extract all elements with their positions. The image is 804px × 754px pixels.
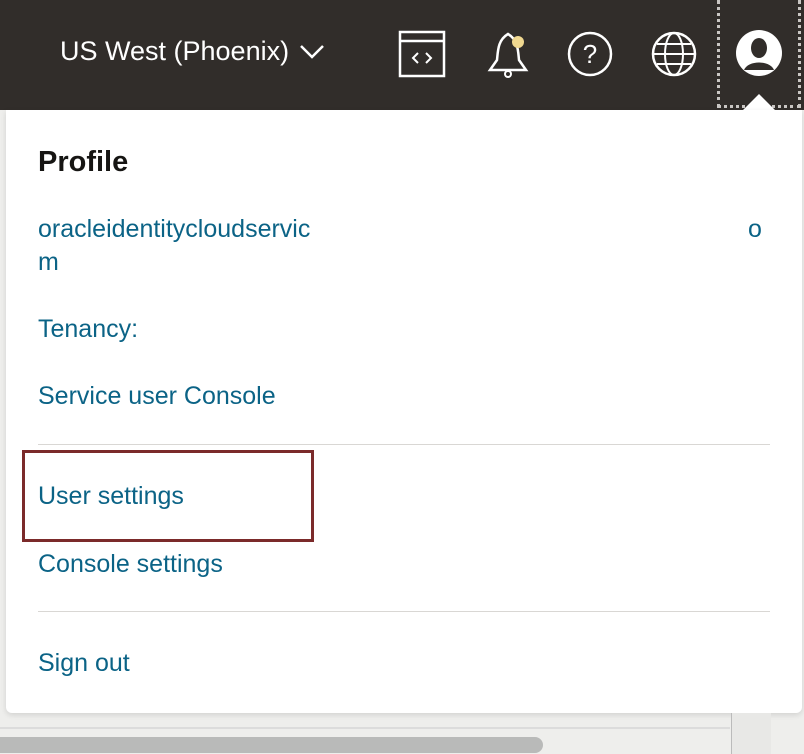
bell-icon[interactable] bbox=[484, 30, 532, 78]
profile-avatar-icon bbox=[736, 30, 782, 76]
username-link[interactable]: oracleidentitycloudservic bbox=[38, 215, 310, 244]
profile-button[interactable] bbox=[717, 0, 801, 108]
svg-text:?: ? bbox=[583, 39, 597, 69]
help-icon[interactable]: ? bbox=[566, 30, 614, 78]
profile-title: Profile bbox=[38, 146, 129, 178]
divider bbox=[38, 444, 770, 445]
background-divider bbox=[0, 727, 730, 729]
profile-menu: Profile oracleidentitycloudservic o m Te… bbox=[6, 110, 802, 713]
menu-caret bbox=[743, 94, 775, 110]
background-panel bbox=[731, 713, 771, 754]
sign-out-link[interactable]: Sign out bbox=[38, 649, 130, 678]
service-user-console-link[interactable]: Service user Console bbox=[38, 382, 276, 411]
region-label: US West (Phoenix) bbox=[60, 36, 290, 66]
code-editor-icon[interactable] bbox=[398, 30, 446, 78]
chevron-down-icon bbox=[300, 44, 324, 59]
top-navigation-bar: US West (Phoenix) ? bbox=[0, 0, 804, 110]
region-selector[interactable]: US West (Phoenix) bbox=[60, 36, 325, 67]
notification-dot bbox=[512, 36, 524, 48]
highlight-box bbox=[22, 450, 314, 542]
console-settings-link[interactable]: Console settings bbox=[38, 550, 223, 579]
username-link-end[interactable]: o bbox=[748, 215, 762, 244]
tenancy-link[interactable]: Tenancy: bbox=[38, 315, 138, 344]
globe-icon[interactable] bbox=[650, 30, 698, 78]
username-link-wrap[interactable]: m bbox=[38, 248, 59, 277]
divider bbox=[38, 611, 770, 612]
horizontal-scrollbar[interactable] bbox=[0, 737, 543, 753]
